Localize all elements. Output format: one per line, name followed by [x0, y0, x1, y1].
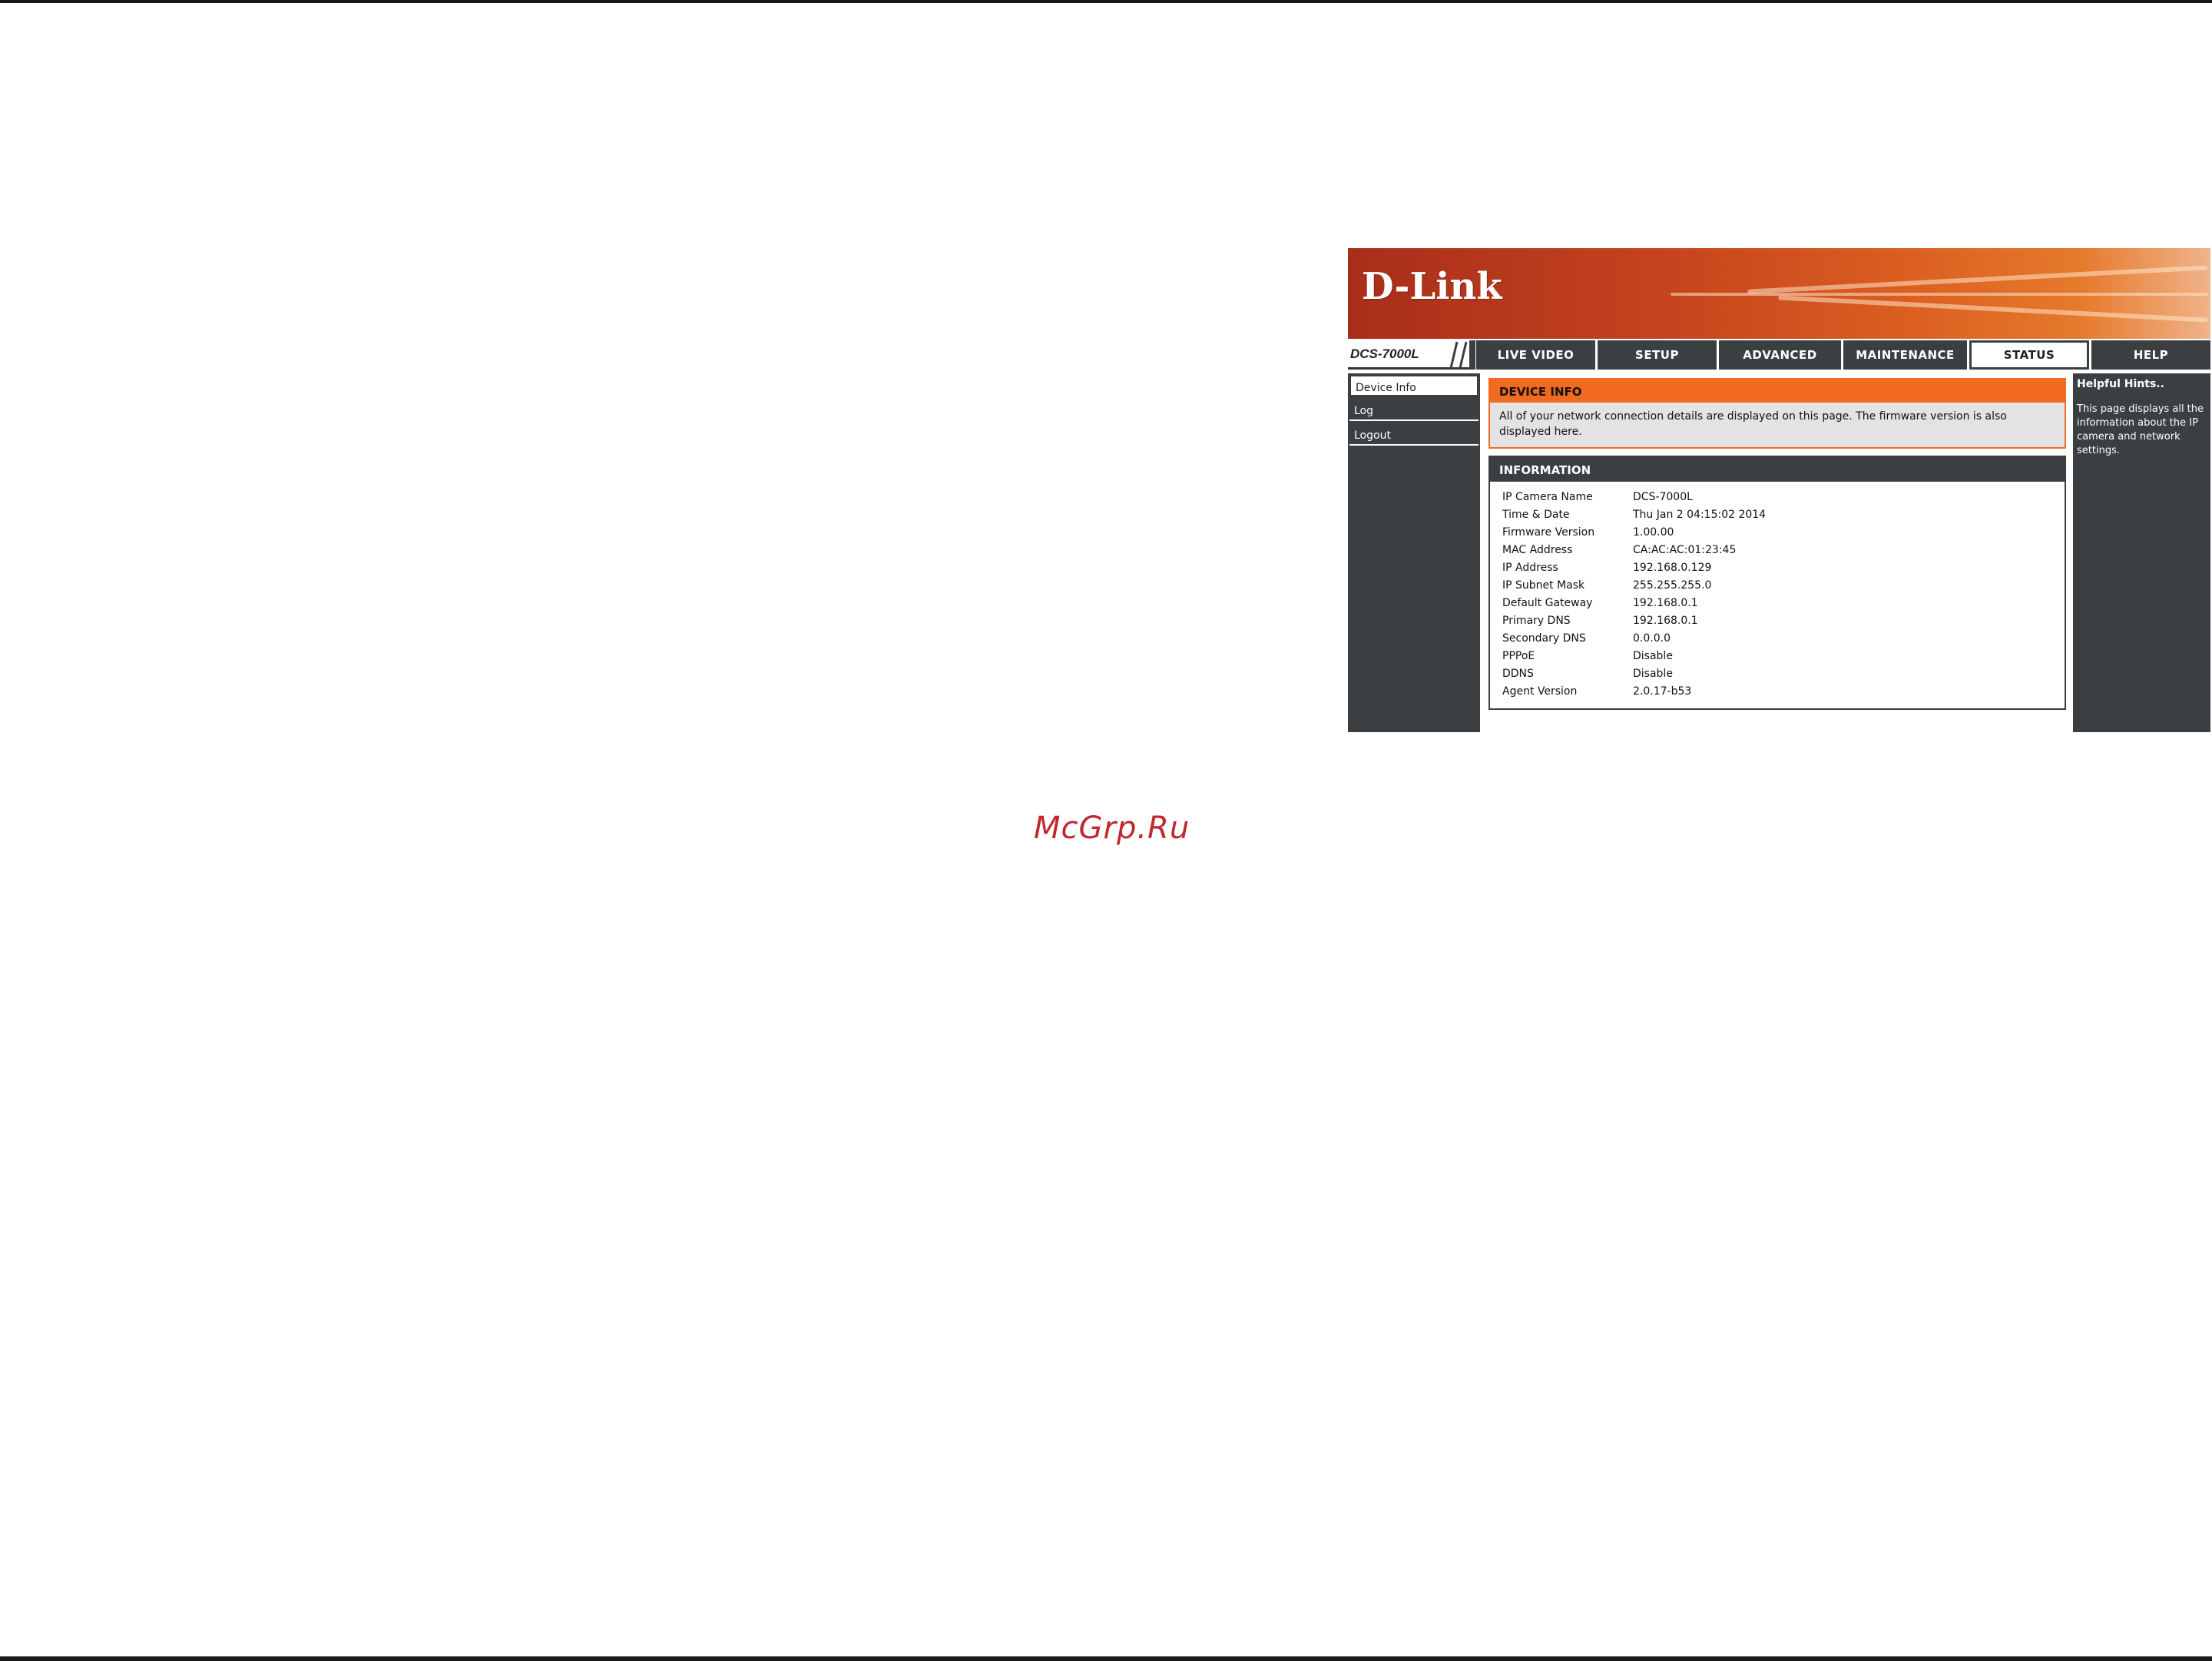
tab-advanced[interactable]: ADVANCED	[1719, 340, 1841, 370]
info-key: Primary DNS	[1502, 615, 1571, 627]
tab-status[interactable]: STATUS	[1969, 340, 2089, 370]
help-text: This page displays all the information a…	[2077, 403, 2204, 456]
banner-streak	[1671, 293, 2208, 296]
model-name: DCS-7000L	[1350, 346, 1419, 361]
info-key: Default Gateway	[1502, 597, 1593, 609]
dlink-logo: D-Link	[1362, 265, 1502, 308]
information-panel: INFORMATION IP Camera Name DCS-7000L Time…	[1488, 456, 2066, 710]
information-title: INFORMATION	[1499, 463, 1591, 477]
device-info-header: DEVICE INFO	[1490, 380, 2065, 403]
info-key: IP Subnet Mask	[1502, 579, 1585, 592]
info-value: 192.168.0.1	[1633, 597, 1698, 609]
help-panel: Helpful Hints.. This page displays all t…	[2073, 373, 2210, 732]
info-key: Firmware Version	[1502, 526, 1595, 539]
device-info-panel: DEVICE INFO All of your network connecti…	[1488, 378, 2066, 449]
device-info-description: All of your network connection details a…	[1499, 410, 2007, 438]
info-key: PPPoE	[1502, 650, 1535, 662]
sidebar-item-logout[interactable]: Logout	[1349, 424, 1479, 446]
tab-live-video[interactable]: LIVE VIDEO	[1476, 340, 1595, 370]
watermark: McGrp.Ru	[1034, 811, 1190, 846]
page-bottom-rule	[0, 1656, 2212, 1661]
sidebar: Device Info Log Logout	[1348, 373, 1480, 732]
tab-setup[interactable]: SETUP	[1598, 340, 1717, 370]
info-key: Time & Date	[1502, 509, 1570, 521]
banner-streak	[1778, 295, 2208, 323]
tab-maintenance[interactable]: MAINTENANCE	[1843, 340, 1967, 370]
info-value: DCS-7000L	[1633, 491, 1693, 503]
info-key: Secondary DNS	[1502, 632, 1586, 645]
sidebar-item-log[interactable]: Log	[1349, 400, 1479, 421]
header-banner: D-Link	[1348, 248, 2210, 339]
info-value: Disable	[1633, 650, 1673, 662]
info-value: 1.00.00	[1633, 526, 1674, 539]
info-key: IP Camera Name	[1502, 491, 1593, 503]
device-info-title: DEVICE INFO	[1499, 385, 1582, 399]
info-key: IP Address	[1502, 562, 1558, 574]
info-value: Disable	[1633, 668, 1673, 680]
camera-web-ui: D-Link DCS-7000L LIVE VIDEO SETUP ADVANC…	[1348, 248, 2210, 732]
info-key: DDNS	[1502, 668, 1534, 680]
information-header: INFORMATION	[1490, 457, 2065, 482]
banner-streak	[1747, 265, 2208, 294]
sidebar-item-device-info[interactable]: Device Info	[1349, 375, 1479, 396]
slashes-icon	[1449, 340, 1475, 370]
info-value: 255.255.255.0	[1633, 579, 1712, 592]
page-top-rule	[0, 0, 2212, 3]
info-value: 192.168.0.129	[1633, 562, 1712, 574]
info-value: 192.168.0.1	[1633, 615, 1698, 627]
help-title: Helpful Hints..	[2077, 378, 2164, 390]
info-value: Thu Jan 2 04:15:02 2014	[1633, 509, 1767, 521]
info-key: MAC Address	[1502, 544, 1573, 556]
info-value: 2.0.17-b53	[1633, 685, 1692, 698]
tab-help[interactable]: HELP	[2091, 340, 2210, 370]
info-value: 0.0.0.0	[1633, 632, 1671, 645]
info-key: Agent Version	[1502, 685, 1578, 698]
info-value: CA:AC:AC:01:23:45	[1633, 544, 1737, 556]
